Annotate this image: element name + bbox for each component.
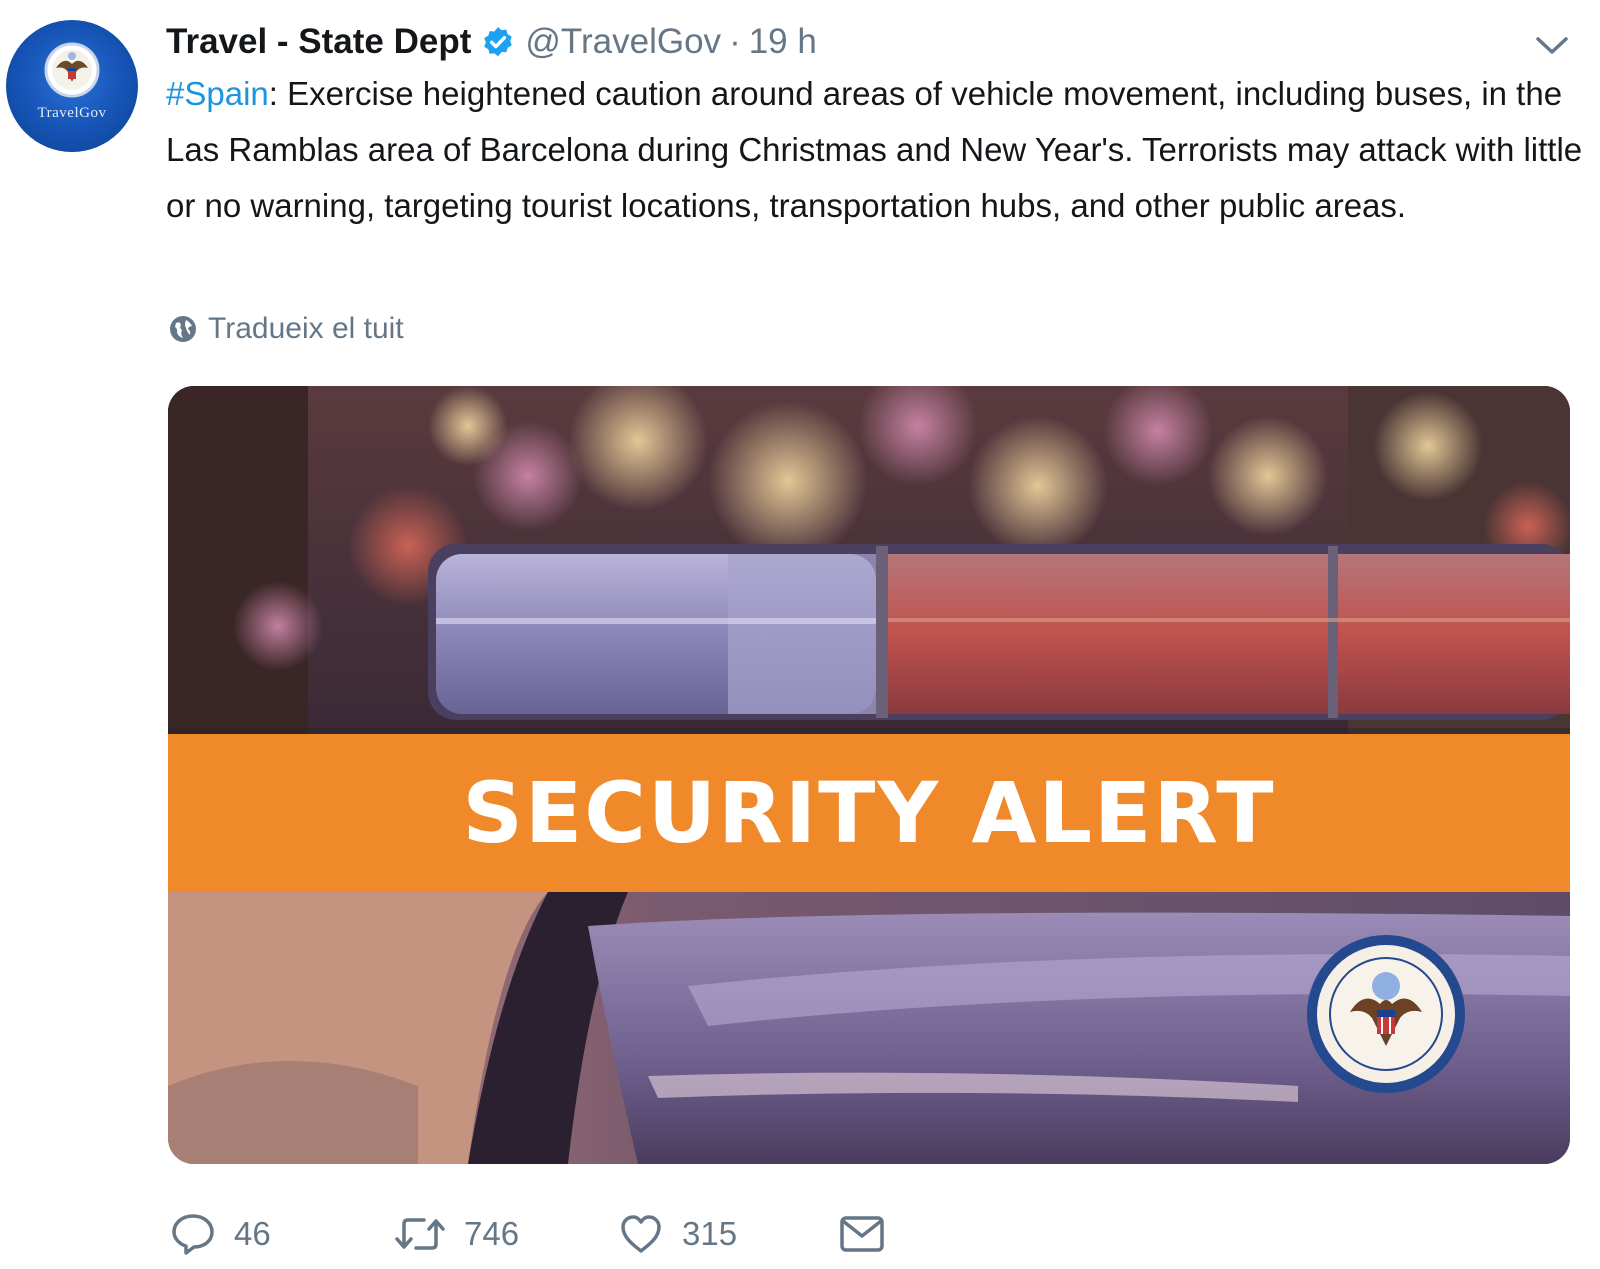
verified-badge-icon — [484, 27, 513, 57]
reply-button[interactable]: 46 — [170, 1212, 394, 1256]
reply-icon — [172, 1214, 214, 1255]
separator-dot: · — [729, 22, 741, 61]
chevron-down-icon[interactable] — [1532, 30, 1572, 60]
tweet: TravelGov Travel - State Dept @TravelGov… — [0, 0, 1600, 1269]
retweet-count: 746 — [464, 1215, 520, 1252]
reply-count: 46 — [234, 1215, 271, 1252]
state-dept-seal-icon — [44, 42, 100, 98]
translate-tweet-link[interactable]: Tradueix el tuit — [168, 310, 404, 348]
globe-icon — [170, 316, 196, 342]
timestamp[interactable]: 19 h — [749, 22, 817, 62]
security-alert-text: SECURITY ALERT — [462, 764, 1276, 862]
handle[interactable]: @TravelGov — [525, 22, 721, 62]
direct-message-button[interactable] — [838, 1212, 904, 1256]
like-icon — [621, 1215, 661, 1253]
tweet-text: #Spain: Exercise heightened caution arou… — [166, 66, 1586, 234]
display-name[interactable]: Travel - State Dept — [166, 22, 471, 62]
security-alert-banner: SECURITY ALERT — [168, 734, 1570, 892]
tweet-body: : Exercise heightened caution around are… — [166, 75, 1583, 224]
direct-message-icon — [840, 1216, 884, 1252]
state-dept-seal-icon — [1307, 935, 1465, 1093]
tweet-header: Travel - State Dept @TravelGov · 19 h — [166, 18, 817, 66]
like-count: 315 — [682, 1215, 738, 1252]
tweet-actions: 46 746 315 — [170, 1204, 904, 1264]
like-button[interactable]: 315 — [618, 1212, 838, 1256]
retweet-button[interactable]: 746 — [394, 1212, 618, 1256]
hashtag-link[interactable]: #Spain — [166, 75, 269, 112]
avatar[interactable]: TravelGov — [6, 20, 138, 152]
tweet-media-image[interactable]: SECURITY ALERT — [168, 386, 1570, 1164]
avatar-label: TravelGov — [37, 105, 107, 121]
translate-label: Tradueix el tuit — [208, 312, 404, 345]
retweet-icon — [395, 1218, 445, 1250]
